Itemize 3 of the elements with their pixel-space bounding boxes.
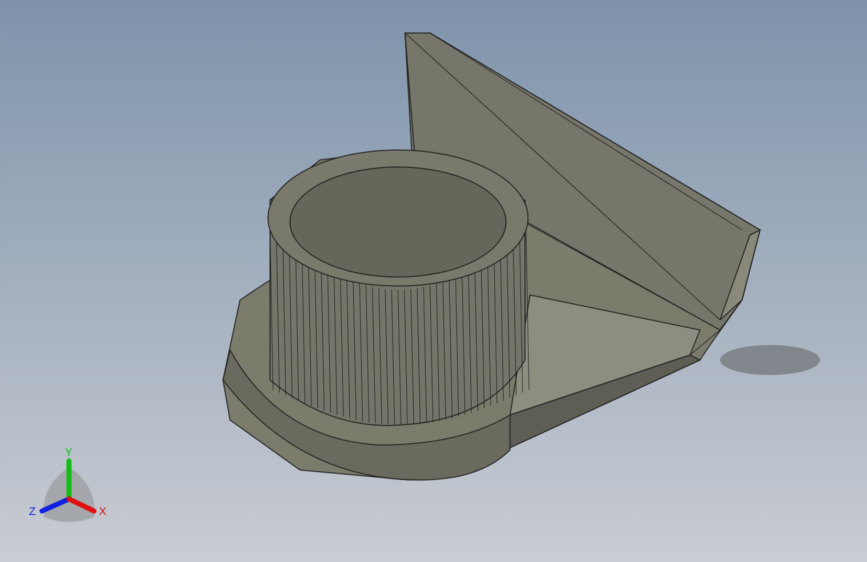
axis-label: X: [99, 507, 106, 518]
axis-label: Z: [29, 507, 36, 518]
axis-label: Y: [65, 448, 72, 459]
